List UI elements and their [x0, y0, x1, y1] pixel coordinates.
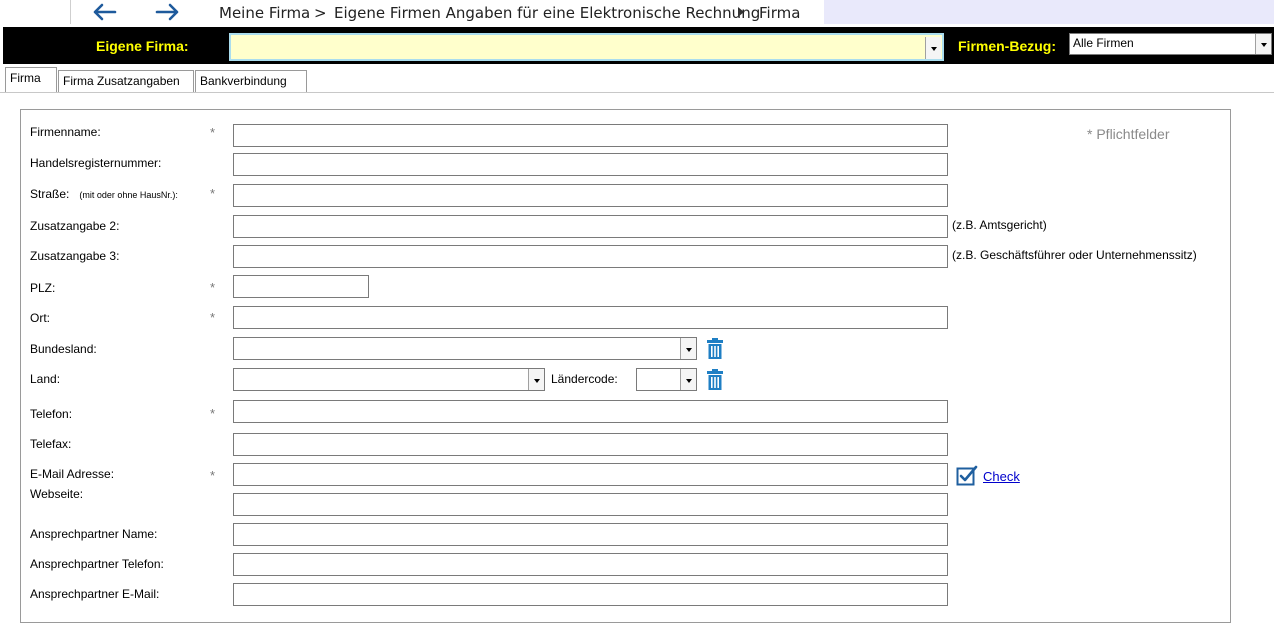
label-firmenname: Firmenname: — [30, 125, 101, 139]
required-marker: * — [210, 468, 216, 483]
navigation-bar: Meine Firma > Eigene Firmen Angaben für … — [0, 0, 1274, 24]
webseite-input[interactable] — [233, 493, 948, 516]
check-icon[interactable] — [956, 464, 980, 489]
required-marker: * — [210, 125, 216, 140]
label-plz: PLZ: — [30, 281, 56, 295]
label-laendercode: Ländercode: — [551, 372, 618, 386]
required-note: * Pflichtfelder — [1087, 126, 1170, 142]
laendercode-select[interactable] — [636, 368, 697, 391]
forward-arrow-icon[interactable] — [154, 1, 182, 23]
label-strasse-hint: (mit oder ohne HausNr.): — [79, 190, 178, 200]
nav-bar-tint — [824, 0, 1274, 24]
bundesland-select[interactable] — [233, 337, 697, 360]
relation-select[interactable]: Alle Firmen — [1069, 33, 1272, 55]
label-strasse: Straße: (mit oder ohne HausNr.): — [30, 187, 178, 201]
back-arrow-icon[interactable] — [90, 1, 118, 23]
company-label: Eigene Firma: — [96, 38, 189, 54]
company-select[interactable] — [229, 33, 944, 61]
nav-separator — [70, 0, 71, 24]
label-zusatzangabe-3: Zusatzangabe 3: — [30, 249, 120, 263]
relation-select-value: Alle Firmen — [1073, 36, 1134, 50]
label-ansprechpartner-telefon: Ansprechpartner Telefon: — [30, 557, 164, 571]
email-check-link[interactable]: Check — [983, 469, 1020, 484]
zusatzangabe-3-input[interactable] — [233, 245, 948, 268]
label-handelsregisternummer: Handelsregisternummer: — [30, 156, 162, 170]
strasse-input[interactable] — [233, 184, 948, 207]
zusatzangabe-2-input[interactable] — [233, 215, 948, 238]
breadcrumb-firma: Firma — [759, 4, 801, 22]
chevron-down-icon[interactable] — [528, 369, 544, 390]
label-webseite: Webseite: — [30, 487, 84, 501]
relation-label: Firmen-Bezug: — [958, 38, 1056, 54]
label-bundesland: Bundesland: — [30, 342, 97, 356]
required-marker: * — [210, 280, 216, 295]
tab-firma[interactable]: Firma — [5, 67, 57, 93]
label-ort: Ort: — [30, 311, 50, 325]
land-select[interactable] — [233, 368, 545, 391]
zusatzangabe-2-hint: (z.B. Amtsgericht) — [952, 218, 1047, 232]
company-header: Eigene Firma: Firmen-Bezug: Alle Firmen — [3, 27, 1274, 64]
chevron-down-icon[interactable] — [680, 369, 696, 390]
label-zusatzangabe-2: Zusatzangabe 2: — [30, 219, 120, 233]
label-ansprechpartner-name: Ansprechpartner Name: — [30, 527, 158, 541]
email-input[interactable] — [233, 463, 948, 486]
ansprechpartner-telefon-input[interactable] — [233, 553, 948, 576]
ansprechpartner-email-input[interactable] — [233, 583, 948, 606]
telefon-input[interactable] — [233, 400, 948, 423]
trash-icon[interactable] — [706, 338, 724, 359]
breadcrumb-caret-icon — [737, 6, 745, 21]
plz-input[interactable] — [233, 275, 369, 298]
breadcrumb-separator: > — [314, 4, 327, 22]
label-email: E-Mail Adresse: — [30, 467, 115, 481]
zusatzangabe-3-hint: (z.B. Geschäftsführer oder Unternehmenss… — [952, 248, 1197, 262]
breadcrumb-eigene-firmen[interactable]: Eigene Firmen Angaben für eine Elektroni… — [334, 4, 760, 22]
chevron-down-icon[interactable] — [680, 338, 696, 359]
trash-icon[interactable] — [706, 369, 724, 390]
required-marker: * — [210, 186, 216, 201]
firmenname-input[interactable] — [233, 124, 948, 147]
label-telefax: Telefax: — [30, 437, 72, 451]
tab-bankverbindung[interactable]: Bankverbindung — [195, 70, 307, 92]
ansprechpartner-name-input[interactable] — [233, 523, 948, 546]
tab-firma-zusatzangaben[interactable]: Firma Zusatzangaben — [58, 70, 194, 92]
label-land: Land: — [30, 372, 61, 386]
required-marker: * — [210, 310, 216, 325]
required-marker: * — [210, 406, 216, 421]
tab-divider — [0, 92, 1274, 93]
label-ansprechpartner-email: Ansprechpartner E-Mail: — [30, 587, 160, 601]
chevron-down-icon[interactable] — [925, 37, 941, 59]
breadcrumb-meine-firma[interactable]: Meine Firma — [219, 4, 310, 22]
ort-input[interactable] — [233, 306, 948, 329]
handelsregister-input[interactable] — [233, 153, 948, 176]
telefax-input[interactable] — [233, 433, 948, 456]
label-strasse-text: Straße: — [30, 187, 70, 201]
chevron-down-icon[interactable] — [1255, 34, 1271, 54]
label-telefon: Telefon: — [30, 407, 73, 421]
